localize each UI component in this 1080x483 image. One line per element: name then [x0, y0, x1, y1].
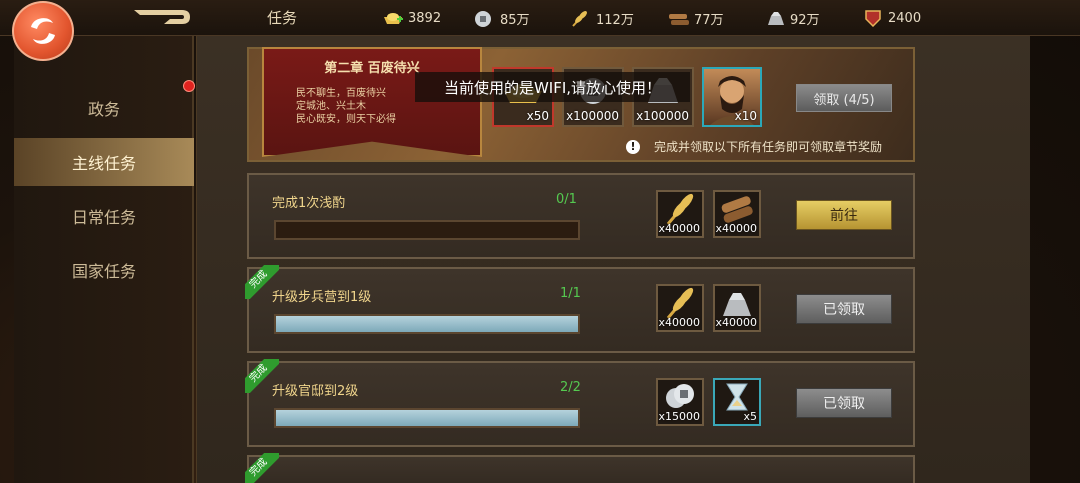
- resource-grain-value: 112万: [596, 13, 634, 28]
- wood-icon: [721, 196, 753, 223]
- task-progress-bar: [274, 314, 580, 334]
- app-logo-button[interactable]: [12, 1, 74, 61]
- resource-power: 2400: [862, 9, 922, 28]
- chapter-description: 民不聊生，百废待兴 定城池、兴土木 民心既安，则天下必得: [296, 87, 416, 126]
- shield-badge-icon: [862, 9, 884, 28]
- resource-gold-value: 3892: [408, 10, 442, 26]
- reward-qty: x100000: [566, 109, 619, 123]
- grain-icon: [666, 193, 694, 225]
- task-progress-bar: [274, 408, 580, 428]
- task-reward[interactable]: x15000: [656, 378, 704, 426]
- task-claimed-button[interactable]: 已领取: [796, 294, 892, 324]
- resource-iron-value: 92万: [790, 13, 820, 28]
- resource-power-value: 2400: [888, 10, 922, 26]
- reward-qty: x15000: [658, 410, 700, 423]
- chapter-claim-button[interactable]: 领取 (4/5): [796, 84, 892, 112]
- resource-wood: 77万: [668, 9, 724, 28]
- resource-grain: 112万: [570, 9, 634, 28]
- chapter-desc-line: 定城池、兴土木: [296, 101, 366, 112]
- resource-iron: 92万: [764, 9, 820, 28]
- silver-coin-icon: [666, 384, 694, 408]
- reward-qty: x40000: [715, 222, 757, 235]
- task-card: [247, 455, 915, 483]
- sidebar-item-government[interactable]: 政务: [14, 84, 194, 132]
- task-reward[interactable]: x5: [713, 378, 761, 426]
- back-arrow-icon: [134, 10, 190, 24]
- ribbon-label: 完成: [245, 453, 279, 483]
- reward-qty: x10: [734, 109, 757, 123]
- sidebar-item-label: 日常任务: [71, 208, 136, 227]
- task-reward[interactable]: x40000: [656, 190, 704, 238]
- chapter-desc-line: 民心既安，则天下必得: [296, 114, 396, 125]
- completed-ribbon: 完成: [245, 453, 279, 483]
- resource-silver: 85万: [474, 9, 530, 28]
- task-claimed-button[interactable]: 已领取: [796, 388, 892, 418]
- task-name: 升级官邸到2级: [272, 384, 359, 399]
- task-reward[interactable]: x40000: [656, 284, 704, 332]
- reward-qty: x5: [743, 410, 757, 423]
- reward-qty: x40000: [715, 316, 757, 329]
- sidebar-item-label: 主线任务: [71, 154, 136, 173]
- back-button[interactable]: [130, 6, 192, 28]
- progress-fill: [276, 410, 578, 426]
- gold-ingot-icon: [382, 9, 404, 27]
- sidebar-item-nation-quests[interactable]: 国家任务: [14, 246, 194, 294]
- silver-coin-icon: [474, 10, 496, 28]
- reward-qty: x40000: [658, 316, 700, 329]
- notification-badge: [183, 80, 195, 92]
- resource-silver-value: 85万: [500, 13, 530, 28]
- task-progress-bar: [274, 220, 580, 240]
- task-reward[interactable]: x40000: [713, 190, 761, 238]
- resource-gold: 3892: [382, 9, 441, 27]
- task-progress-text: 0/1: [556, 192, 577, 207]
- reward-qty: x100000: [636, 109, 689, 123]
- iron-icon: [723, 293, 751, 316]
- wood-icon: [668, 10, 690, 28]
- sidebar-item-daily-quests[interactable]: 日常任务: [14, 192, 194, 240]
- task-name: 完成1次浅酌: [272, 196, 346, 211]
- hourglass-icon: [726, 383, 748, 411]
- sidebar-item-label: 政务: [87, 100, 120, 119]
- task-progress-text: 1/1: [560, 286, 581, 301]
- sidebar: 政务 主线任务 日常任务 国家任务: [14, 36, 194, 483]
- task-reward[interactable]: x40000: [713, 284, 761, 332]
- iron-icon: [764, 10, 786, 28]
- sidebar-item-label: 国家任务: [71, 262, 136, 281]
- page-title: 任务: [267, 9, 298, 27]
- grain-icon: [570, 10, 592, 28]
- reward-qty: x40000: [658, 222, 700, 235]
- reward-qty: x50: [526, 109, 549, 123]
- task-name: 升级步兵营到1级: [272, 290, 372, 305]
- task-go-button[interactable]: 前往: [796, 200, 892, 230]
- task-progress-text: 2/2: [560, 380, 581, 395]
- chapter-notice: ! 完成并领取以下所有任务即可领取章节奖励: [626, 138, 882, 155]
- swirl-icon: [31, 18, 55, 44]
- exclamation-icon: !: [626, 139, 640, 154]
- grain-icon: [666, 287, 694, 319]
- chapter-notice-text: 完成并领取以下所有任务即可领取章节奖励: [654, 140, 883, 154]
- chapter-desc-line: 民不聊生，百废待兴: [296, 88, 386, 99]
- sidebar-item-main-quests[interactable]: 主线任务: [14, 138, 194, 186]
- wifi-toast: 当前使用的是WIFI,请放心使用！: [415, 72, 690, 102]
- hero-portrait-icon[interactable]: x10: [702, 67, 762, 127]
- progress-fill: [276, 316, 578, 332]
- resource-wood-value: 77万: [694, 13, 724, 28]
